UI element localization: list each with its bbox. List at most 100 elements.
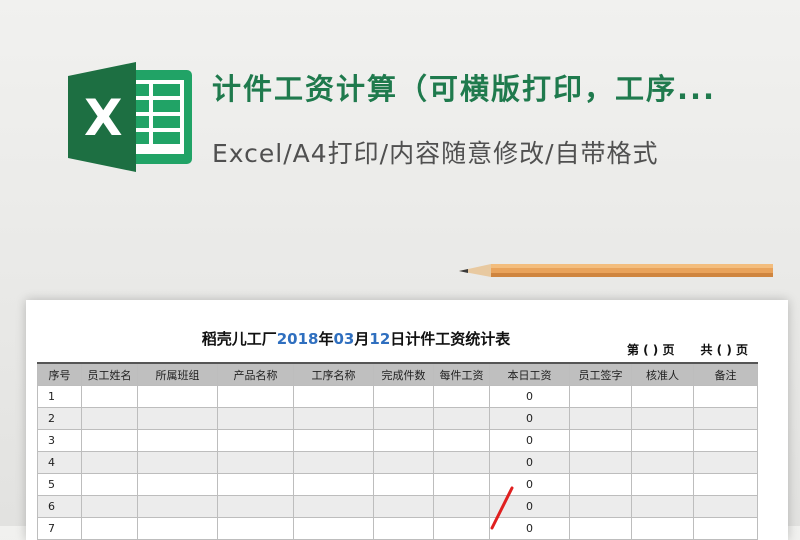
cell-daily-wage[interactable]: 0: [489, 429, 570, 452]
spreadsheet-preview: 稻壳儿工厂2018年03月12日计件工资统计表 第 ( ) 页共 ( ) 页 序…: [26, 300, 788, 540]
cell-seq[interactable]: 1: [37, 385, 82, 408]
table-row: 3 0: [37, 429, 758, 452]
cell[interactable]: [137, 473, 218, 496]
cell[interactable]: [81, 495, 138, 518]
cell[interactable]: [81, 385, 138, 408]
cell[interactable]: [217, 495, 294, 518]
red-annotation-mark: [490, 486, 514, 530]
cell[interactable]: [373, 385, 434, 408]
cell[interactable]: [693, 473, 758, 496]
page-subtitle: Excel/A4打印/内容随意修改/自带格式: [212, 139, 659, 168]
col-header-team[interactable]: 所属班组: [137, 362, 218, 386]
cell[interactable]: [293, 451, 374, 474]
cell-daily-wage[interactable]: 0: [489, 451, 570, 474]
cell-seq[interactable]: 5: [37, 473, 82, 496]
col-header-completed-qty[interactable]: 完成件数: [373, 362, 434, 386]
table-row: 7 0: [37, 517, 758, 540]
cell[interactable]: [569, 451, 632, 474]
cell[interactable]: [217, 473, 294, 496]
cell-daily-wage[interactable]: 0: [489, 407, 570, 430]
cell[interactable]: [217, 429, 294, 452]
col-header-employee-name[interactable]: 员工姓名: [81, 362, 138, 386]
cell[interactable]: [693, 385, 758, 408]
cell[interactable]: [433, 451, 490, 474]
table-row: 4 0: [37, 451, 758, 474]
cell-daily-wage[interactable]: 0: [489, 385, 570, 408]
title-year: 2018: [276, 330, 319, 348]
cell[interactable]: [693, 517, 758, 540]
cell[interactable]: [433, 429, 490, 452]
col-header-remarks[interactable]: 备注: [693, 362, 758, 386]
cell[interactable]: [631, 429, 694, 452]
cell[interactable]: [569, 385, 632, 408]
cell[interactable]: [373, 473, 434, 496]
col-header-signature[interactable]: 员工签字: [569, 362, 632, 386]
cell[interactable]: [137, 429, 218, 452]
col-header-piece-rate[interactable]: 每件工资: [433, 362, 490, 386]
cell[interactable]: [373, 407, 434, 430]
cell[interactable]: [433, 407, 490, 430]
cell[interactable]: [293, 495, 374, 518]
title-year-unit: 年: [318, 330, 334, 348]
table-row: 1 0: [37, 385, 758, 408]
cell[interactable]: [373, 451, 434, 474]
cell[interactable]: [631, 407, 694, 430]
cell[interactable]: [217, 517, 294, 540]
table-row: 2 0: [37, 407, 758, 430]
cell[interactable]: [293, 517, 374, 540]
cell[interactable]: [137, 495, 218, 518]
cell[interactable]: [81, 517, 138, 540]
cell[interactable]: [631, 495, 694, 518]
cell[interactable]: [569, 407, 632, 430]
cell[interactable]: [433, 385, 490, 408]
cell[interactable]: [631, 451, 694, 474]
cell-seq[interactable]: 6: [37, 495, 82, 518]
cell[interactable]: [137, 517, 218, 540]
cell[interactable]: [693, 495, 758, 518]
cell-seq[interactable]: 4: [37, 451, 82, 474]
table-row: 5 0: [37, 473, 758, 496]
cell-seq[interactable]: 7: [37, 517, 82, 540]
cell[interactable]: [569, 517, 632, 540]
cell[interactable]: [373, 429, 434, 452]
cell[interactable]: [137, 451, 218, 474]
cell[interactable]: [693, 429, 758, 452]
cell[interactable]: [81, 429, 138, 452]
cell[interactable]: [631, 517, 694, 540]
cell[interactable]: [81, 473, 138, 496]
cell[interactable]: [81, 407, 138, 430]
cell[interactable]: [569, 495, 632, 518]
cell[interactable]: [373, 495, 434, 518]
cell[interactable]: [293, 385, 374, 408]
cell[interactable]: [631, 473, 694, 496]
col-header-approver[interactable]: 核准人: [631, 362, 694, 386]
cell[interactable]: [81, 451, 138, 474]
cell[interactable]: [569, 429, 632, 452]
cell[interactable]: [373, 517, 434, 540]
cell[interactable]: [217, 407, 294, 430]
cell[interactable]: [693, 451, 758, 474]
col-header-process[interactable]: 工序名称: [293, 362, 374, 386]
cell-seq[interactable]: 3: [37, 429, 82, 452]
svg-text:X: X: [84, 89, 123, 147]
cell[interactable]: [293, 473, 374, 496]
cell[interactable]: [137, 407, 218, 430]
table-row: 6 0: [37, 495, 758, 518]
cell[interactable]: [293, 429, 374, 452]
page-info: 第 ( ) 页 共 ( ) 页: [601, 341, 748, 358]
wage-table: 序号 员工姓名 所属班组 产品名称 工序名称 完成件数 每件工资 本日工资 员工…: [37, 362, 758, 540]
page-title: 计件工资计算（可横版打印，工序...: [212, 72, 717, 106]
cell[interactable]: [137, 385, 218, 408]
title-month-unit: 月: [354, 330, 370, 348]
col-header-daily-wage[interactable]: 本日工资: [489, 362, 570, 386]
cell-seq[interactable]: 2: [37, 407, 82, 430]
col-header-seq[interactable]: 序号: [37, 362, 82, 386]
cell[interactable]: [569, 473, 632, 496]
col-header-product[interactable]: 产品名称: [217, 362, 294, 386]
cell[interactable]: [631, 385, 694, 408]
sheet-title: 稻壳儿工厂2018年03月12日计件工资统计表: [26, 328, 686, 349]
cell[interactable]: [217, 385, 294, 408]
cell[interactable]: [693, 407, 758, 430]
cell[interactable]: [217, 451, 294, 474]
cell[interactable]: [293, 407, 374, 430]
